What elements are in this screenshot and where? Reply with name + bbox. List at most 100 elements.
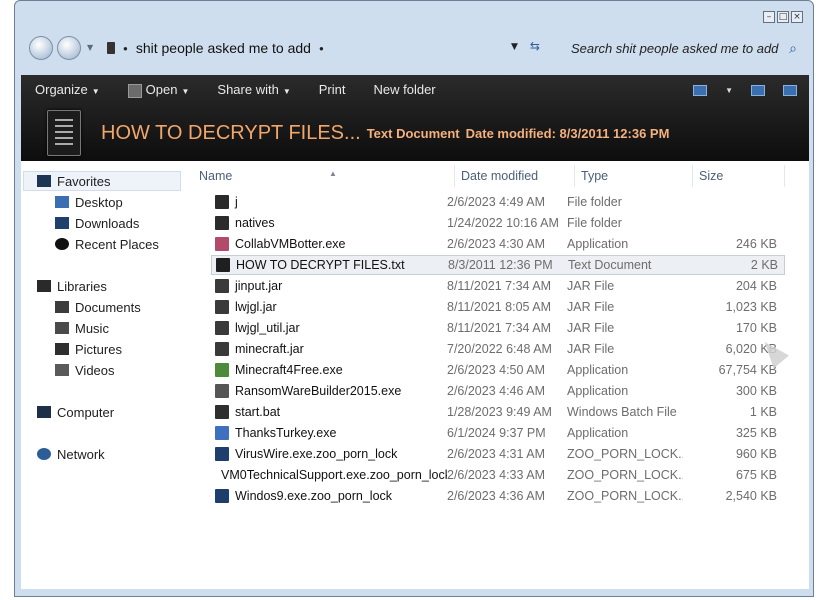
file-date: 8/11/2021 8:05 AM xyxy=(447,300,552,314)
explorer-window: – □ × ▼ ● shit people asked me to add ● … xyxy=(14,0,814,597)
file-type: Application xyxy=(567,384,629,398)
nav-recent-places[interactable]: Recent Places xyxy=(55,234,159,254)
file-row[interactable]: jinput.jar 8/11/2021 7:34 AM JAR File 204 K… xyxy=(211,276,785,296)
back-button[interactable] xyxy=(29,36,53,60)
nav-desktop[interactable]: Desktop xyxy=(55,192,123,212)
nav-documents[interactable]: Documents xyxy=(55,297,141,317)
file-type: JAR File xyxy=(567,321,615,335)
file-row[interactable]: Windos9.exe.zoo_porn_lock 2/6/2023 4:36 A… xyxy=(211,486,785,506)
file-name-cell: CollabVMBotter.exe xyxy=(211,237,447,251)
column-header-name[interactable]: ▲ Name xyxy=(193,165,455,187)
search-icon[interactable]: ⌕ xyxy=(789,40,797,57)
app-icon xyxy=(215,426,229,440)
file-row[interactable]: VM0TechnicalSupport.exe.zoo_porn_lock 2/6… xyxy=(211,465,785,485)
open-button[interactable]: Open ▼ xyxy=(114,75,204,105)
chevron-down-icon: ▼ xyxy=(282,87,291,96)
address-field[interactable]: ● shit people asked me to add ● xyxy=(99,35,507,61)
file-type: JAR File xyxy=(567,300,615,314)
nav-network[interactable]: Network xyxy=(37,444,105,464)
breadcrumb-separator-icon[interactable]: ● xyxy=(123,44,128,53)
share-with-button[interactable]: Share with ▼ xyxy=(203,75,304,105)
file-list: ▲ Name Date modified Type Size j 2/6/2023… xyxy=(193,161,809,589)
nav-libraries[interactable]: Libraries xyxy=(37,276,107,296)
downloads-icon xyxy=(55,217,69,229)
file-row[interactable]: lwjgl.jar 8/11/2021 8:05 AM JAR File 1,023 … xyxy=(211,297,785,317)
file-size: 325 KB xyxy=(735,426,777,440)
file-row[interactable]: VirusWire.exe.zoo_porn_lock 2/6/2023 4:31… xyxy=(211,444,785,464)
pictures-icon xyxy=(55,343,69,355)
file-name-cell: RansomWareBuilder2015.exe xyxy=(211,384,447,398)
file-date: 7/20/2022 6:48 AM xyxy=(447,342,552,356)
nav-downloads[interactable]: Downloads xyxy=(55,213,139,233)
nav-music-label: Music xyxy=(75,320,109,336)
file-size: 1,023 KB xyxy=(725,300,777,314)
change-view-icon[interactable] xyxy=(693,84,708,96)
recent-places-icon xyxy=(55,238,69,250)
file-type: ZOO_PORN_LOCK... xyxy=(567,489,683,503)
nav-pictures[interactable]: Pictures xyxy=(55,339,122,359)
file-date: 1/28/2023 9:49 AM xyxy=(447,405,552,419)
locked-file-icon xyxy=(215,447,229,461)
file-name-cell: Windos9.exe.zoo_porn_lock xyxy=(211,489,447,503)
file-type: Windows Batch File xyxy=(567,405,677,419)
file-row[interactable]: Minecraft4Free.exe 2/6/2023 4:50 AM Applic… xyxy=(211,360,785,380)
nav-favorites[interactable]: Favorites xyxy=(37,171,110,191)
organize-button[interactable]: Organize ▼ xyxy=(21,75,114,105)
view-options-dropdown-icon[interactable]: ▼ xyxy=(725,86,733,95)
file-row[interactable]: natives 1/24/2022 10:16 AM File folder xyxy=(211,213,785,233)
open-label: Open xyxy=(145,82,178,97)
jar-icon xyxy=(215,279,229,293)
forward-button[interactable] xyxy=(57,36,81,60)
refresh-icon[interactable]: ⇆ xyxy=(530,39,540,55)
computer-icon xyxy=(37,406,51,418)
file-name-cell: minecraft.jar xyxy=(211,342,447,356)
file-size: 170 KB xyxy=(735,321,777,335)
file-name-cell: HOW TO DECRYPT FILES.txt xyxy=(212,258,448,272)
file-row[interactable]: HOW TO DECRYPT FILES.txt 8/3/2011 12:36 P… xyxy=(211,255,785,275)
file-row[interactable]: CollabVMBotter.exe 2/6/2023 4:30 AM Applic… xyxy=(211,234,785,254)
close-button[interactable]: × xyxy=(791,11,803,23)
file-name: j xyxy=(235,195,238,209)
file-date: 8/11/2021 7:34 AM xyxy=(447,321,552,335)
nav-videos[interactable]: Videos xyxy=(55,360,115,380)
minimize-button[interactable]: – xyxy=(763,11,775,23)
new-folder-label: New folder xyxy=(373,82,436,97)
file-row[interactable]: ThanksTurkey.exe 6/1/2024 9:37 PM Applicat… xyxy=(211,423,785,443)
nav-desktop-label: Desktop xyxy=(75,194,123,210)
file-name-cell: lwjgl_util.jar xyxy=(211,321,447,335)
file-row[interactable]: lwjgl_util.jar 8/11/2021 7:34 AM JAR File 1… xyxy=(211,318,785,338)
breadcrumb-current-folder[interactable]: shit people asked me to add xyxy=(136,40,311,56)
file-row[interactable]: j 2/6/2023 4:49 AM File folder xyxy=(211,192,785,212)
file-name-cell: VM0TechnicalSupport.exe.zoo_porn_lock xyxy=(211,468,447,482)
file-type: File folder xyxy=(567,216,622,230)
caption-buttons: – □ × xyxy=(763,11,803,23)
nav-music[interactable]: Music xyxy=(55,318,109,338)
libraries-icon xyxy=(37,280,51,292)
nav-computer[interactable]: Computer xyxy=(37,402,114,422)
column-header-type[interactable]: Type xyxy=(575,165,693,187)
nav-pictures-label: Pictures xyxy=(75,341,122,357)
view-controls: ▼ xyxy=(693,84,809,96)
file-name: Minecraft4Free.exe xyxy=(235,363,343,377)
file-row[interactable]: start.bat 1/28/2023 9:49 AM Windows Batch … xyxy=(211,402,785,422)
address-tools: ▼ ⇆ xyxy=(511,39,540,55)
maximize-button[interactable]: □ xyxy=(777,11,789,23)
file-row[interactable]: minecraft.jar 7/20/2022 6:48 AM JAR File 6,… xyxy=(211,339,785,359)
breadcrumb-separator-icon[interactable]: ● xyxy=(319,44,324,53)
new-folder-button[interactable]: New folder xyxy=(359,75,449,105)
column-header-date-modified[interactable]: Date modified xyxy=(455,165,575,187)
nav-network-label: Network xyxy=(57,446,105,462)
search-box[interactable]: Search shit people asked me to add ⌕ xyxy=(565,35,801,61)
preview-pane-icon[interactable] xyxy=(751,84,765,96)
file-name-cell: lwjgl.jar xyxy=(211,300,447,314)
nav-libraries-label: Libraries xyxy=(57,278,107,294)
address-dropdown-icon[interactable]: ▼ xyxy=(511,39,518,55)
recent-pages-dropdown[interactable]: ▼ xyxy=(87,43,93,52)
print-button[interactable]: Print xyxy=(305,75,360,105)
file-date: 2/6/2023 4:50 AM xyxy=(447,363,545,377)
file-row[interactable]: RansomWareBuilder2015.exe 2/6/2023 4:46 A… xyxy=(211,381,785,401)
column-header-size[interactable]: Size xyxy=(693,165,785,187)
help-icon[interactable] xyxy=(783,84,797,96)
file-size: 960 KB xyxy=(735,447,777,461)
file-name-cell: ThanksTurkey.exe xyxy=(211,426,447,440)
